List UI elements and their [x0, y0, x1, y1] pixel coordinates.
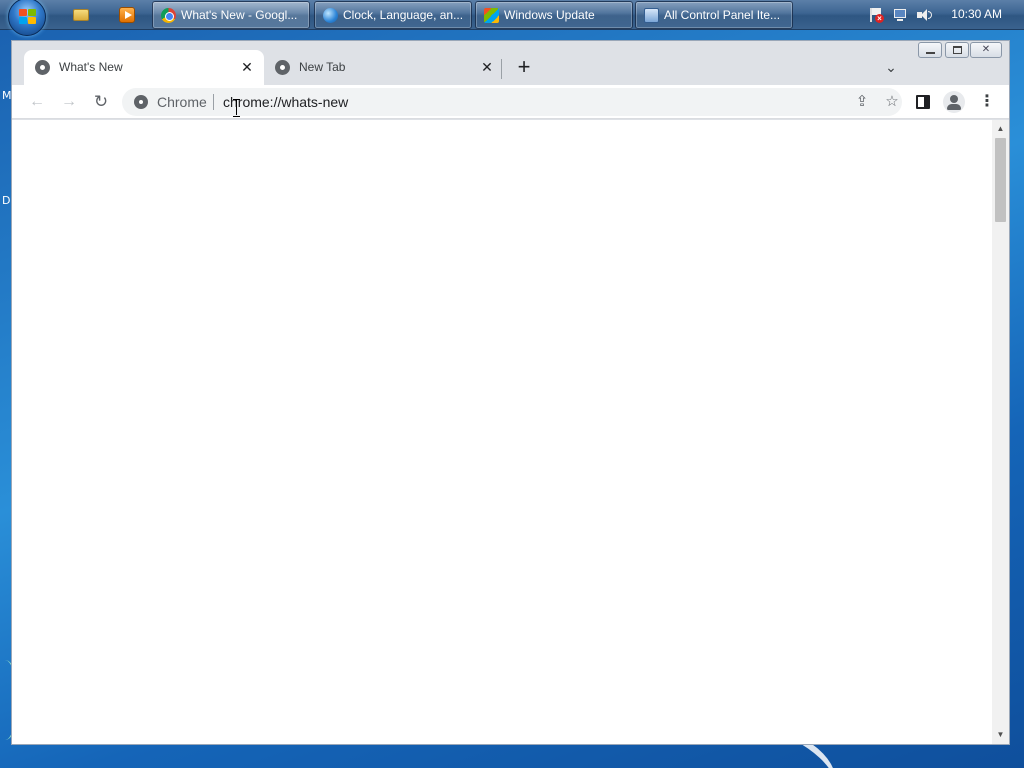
tab-close-icon[interactable]: ✕ — [238, 58, 256, 76]
desktop-icon-label[interactable]: D — [2, 194, 10, 207]
new-tab-button[interactable]: + — [511, 55, 537, 81]
reload-button[interactable]: ↻ — [88, 89, 114, 115]
tab-whats-new[interactable]: What's New ✕ — [24, 50, 264, 85]
taskbar-button-label: Windows Update — [504, 8, 595, 22]
windows-explorer-icon[interactable] — [71, 5, 91, 25]
forward-button[interactable]: → — [56, 89, 82, 115]
windows-update-icon — [484, 8, 499, 23]
taskbar: What's New - Googl... Clock, Language, a… — [0, 0, 1024, 36]
taskbar-button-windows-update[interactable]: Windows Update — [475, 1, 633, 29]
taskbar-button-chrome[interactable]: What's New - Googl... — [152, 1, 310, 29]
taskbar-clock[interactable]: 10:30 AM — [951, 7, 1002, 21]
address-divider — [213, 94, 214, 110]
action-center-flag-icon[interactable]: × — [868, 7, 884, 23]
tab-search-chevron-icon[interactable]: ⌄ — [881, 57, 901, 77]
bookmark-star-icon[interactable]: ☆ — [882, 92, 902, 112]
text-cursor-icon — [233, 99, 240, 117]
tab-separator — [501, 59, 502, 79]
tab-new-tab[interactable]: New Tab ✕ — [264, 50, 504, 85]
page-content[interactable] — [12, 120, 992, 744]
tab-title: New Tab — [299, 60, 346, 74]
chrome-menu-button[interactable]: ⋮ — [974, 89, 1000, 115]
tab-strip: What's New ✕ New Tab ✕ + ⌄ — [12, 41, 1009, 85]
browser-toolbar: ← → ↻ Chrome chrome://whats-new ⇪ ☆ ⋮ — [12, 85, 1009, 119]
windows-logo-icon — [19, 9, 37, 25]
start-button[interactable] — [8, 0, 46, 36]
taskbar-button-label: Clock, Language, an... — [343, 8, 464, 22]
side-panel-button[interactable] — [910, 89, 936, 115]
chrome-icon — [134, 95, 148, 109]
taskbar-button-clock-language[interactable]: Clock, Language, an... — [314, 1, 472, 29]
scroll-up-arrow-icon[interactable]: ▲ — [992, 122, 1009, 136]
volume-icon[interactable] — [916, 7, 932, 23]
tab-close-icon[interactable]: ✕ — [478, 58, 496, 76]
control-panel-icon — [644, 8, 659, 23]
back-button[interactable]: ← — [24, 89, 50, 115]
share-icon[interactable]: ⇪ — [852, 92, 872, 112]
profile-button[interactable] — [941, 89, 967, 115]
media-player-icon[interactable] — [117, 5, 137, 25]
side-panel-icon — [916, 95, 930, 109]
taskbar-button-control-panel[interactable]: All Control Panel Ite... — [635, 1, 793, 29]
site-chip-label[interactable]: Chrome — [157, 94, 207, 110]
vertical-scrollbar[interactable]: ▲ ▼ — [992, 120, 1009, 744]
url-text[interactable]: chrome://whats-new — [223, 94, 348, 110]
chrome-favicon-icon — [275, 60, 290, 75]
taskbar-button-label: What's New - Googl... — [181, 8, 298, 22]
taskbar-button-label: All Control Panel Ite... — [664, 8, 781, 22]
system-tray: × 10:30 AM — [864, 0, 1024, 30]
chrome-window: ✕ What's New ✕ New Tab ✕ + ⌄ ← → ↻ Chrom… — [11, 40, 1010, 745]
avatar-icon — [943, 91, 965, 113]
chrome-icon — [161, 8, 176, 23]
scrollbar-thumb[interactable] — [995, 138, 1006, 222]
globe-icon — [323, 8, 338, 23]
chrome-favicon-icon — [35, 60, 50, 75]
scroll-down-arrow-icon[interactable]: ▼ — [992, 728, 1009, 742]
network-icon[interactable] — [892, 7, 908, 23]
tab-title: What's New — [59, 60, 123, 74]
